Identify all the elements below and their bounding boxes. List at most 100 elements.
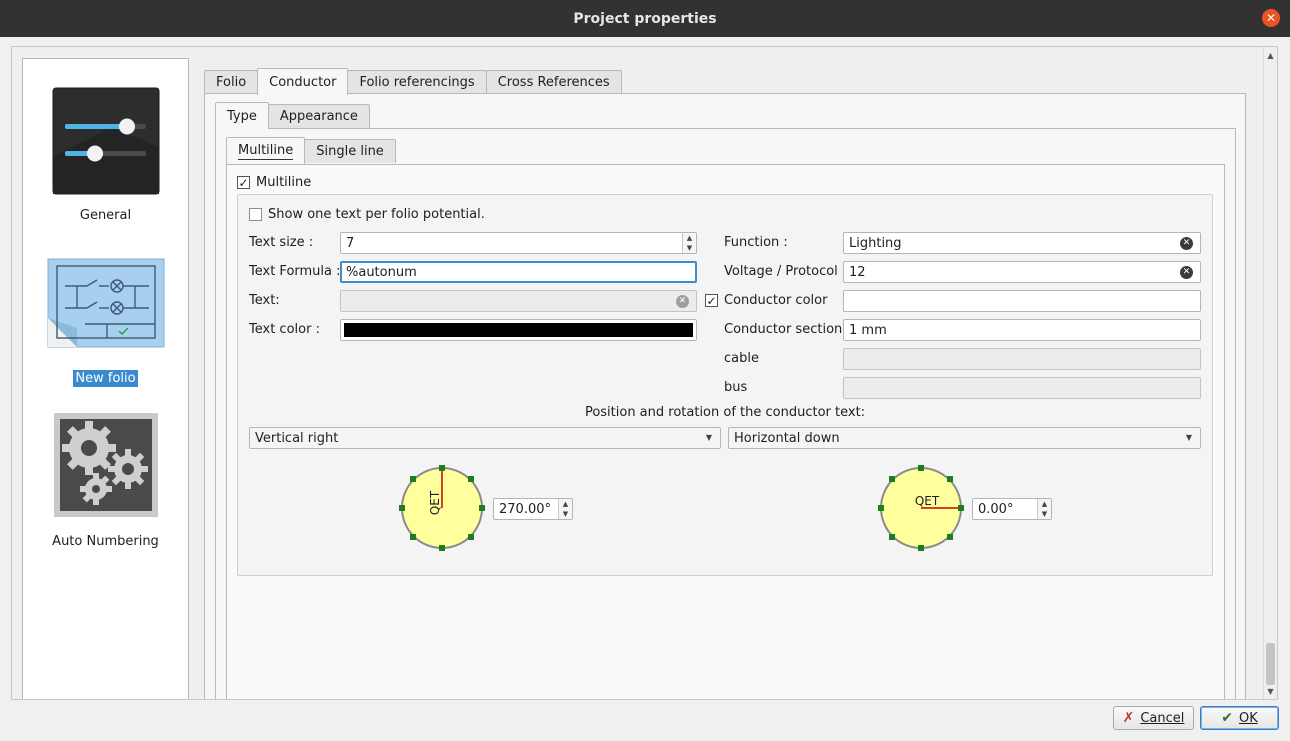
- conductor-section-input[interactable]: 1 mm: [843, 319, 1201, 341]
- sidebar-item-auto-numbering[interactable]: Auto Numbering: [23, 412, 188, 550]
- horizontal-angle-spinbox[interactable]: 0.00° ▲ ▼: [972, 498, 1052, 520]
- one-text-label: Show one text per folio potential.: [268, 207, 485, 222]
- window-title: Project properties: [573, 10, 717, 27]
- chevron-down-icon[interactable]: ▼: [559, 509, 572, 519]
- tab-label: Type: [227, 108, 257, 124]
- chevron-down-icon[interactable]: ▼: [1038, 509, 1051, 519]
- chevron-down-icon: ▼: [705, 433, 712, 442]
- vertical-angle-stepper[interactable]: ▲ ▼: [558, 499, 572, 519]
- vertical-scrollbar[interactable]: ▲ ▼: [1263, 47, 1277, 699]
- close-icon[interactable]: ✕: [1262, 9, 1280, 27]
- vertical-angle-value: 270.00°: [499, 501, 551, 517]
- vertical-angle-spinbox[interactable]: 270.00° ▲ ▼: [493, 498, 573, 520]
- ok-icon: ✔: [1221, 710, 1233, 726]
- tab-label: Appearance: [279, 109, 358, 124]
- clear-icon[interactable]: ✕: [1180, 266, 1193, 279]
- multiline-panel: ✓ Multiline Show one text per folio pote…: [226, 164, 1225, 699]
- horizontal-angle-stepper[interactable]: ▲ ▼: [1037, 499, 1051, 519]
- sidebar-item-new-folio[interactable]: New folio: [23, 258, 188, 387]
- text-color-button[interactable]: [340, 319, 697, 341]
- conductor-color-checkbox[interactable]: ✓: [705, 294, 718, 307]
- tab-label: Cross References: [497, 75, 610, 90]
- function-value: Lighting: [849, 235, 902, 251]
- text-label: Text:: [249, 293, 280, 308]
- function-input[interactable]: Lighting ✕: [843, 232, 1201, 254]
- folio-schematic-icon: [47, 258, 164, 348]
- conductor-sub-tabs: Type Appearance: [215, 102, 370, 129]
- tab-appearance[interactable]: Appearance: [267, 104, 370, 128]
- sidebar-item-label: New folio: [73, 370, 138, 387]
- voltage-value: 12: [849, 264, 866, 280]
- clear-icon[interactable]: ✕: [676, 295, 689, 308]
- chevron-down-icon[interactable]: ▼: [683, 243, 696, 253]
- position-title: Position and rotation of the conductor t…: [584, 405, 866, 420]
- ok-button[interactable]: ✔ OK: [1200, 706, 1279, 730]
- voltage-label: Voltage / Protocol :: [724, 264, 847, 279]
- text-color-swatch: [344, 323, 693, 337]
- chevron-up-icon[interactable]: ▲: [683, 233, 696, 243]
- horizontal-rotation-dial[interactable]: QET: [876, 463, 966, 553]
- multiline-checkbox[interactable]: ✓: [237, 176, 250, 189]
- tab-label: Folio: [216, 75, 247, 90]
- dialog-content: General New folio Auto Numbering Folio C…: [11, 46, 1278, 700]
- bus-input[interactable]: [843, 377, 1201, 399]
- text-formula-value: %autonum: [346, 264, 417, 280]
- horizontal-dial-text: QET: [915, 494, 940, 508]
- main-tabs: Folio Conductor Folio referencings Cross…: [204, 68, 622, 95]
- conductor-section-label: Conductor section: [724, 322, 843, 337]
- conductor-color-input[interactable]: [843, 290, 1201, 312]
- bus-label: bus: [724, 380, 748, 395]
- text-formula-input[interactable]: %autonum: [340, 261, 697, 283]
- text-formula-label: Text Formula :: [249, 264, 341, 279]
- chevron-down-icon: ▼: [1185, 433, 1192, 442]
- gears-icon: [53, 413, 158, 517]
- tab-label: Single line: [316, 144, 384, 159]
- scrollbar-handle[interactable]: [1266, 643, 1275, 685]
- vertical-rotation-dial[interactable]: QET: [397, 463, 487, 553]
- clear-icon[interactable]: ✕: [1180, 237, 1193, 250]
- cable-input[interactable]: [843, 348, 1201, 370]
- text-size-value: 7: [346, 235, 355, 251]
- tab-label: Conductor: [269, 74, 337, 90]
- vertical-dial-text: QET: [428, 490, 442, 515]
- function-label: Function :: [724, 235, 788, 250]
- conductor-section-value: 1 mm: [849, 322, 887, 338]
- horizontal-position-value: Horizontal down: [734, 430, 840, 446]
- text-size-stepper[interactable]: ▲ ▼: [682, 233, 696, 253]
- chevron-up-icon[interactable]: ▲: [1038, 499, 1051, 509]
- tab-label: Folio referencings: [359, 75, 475, 90]
- conductor-color-label: Conductor color: [724, 293, 828, 308]
- tab-single-line[interactable]: Single line: [304, 139, 396, 163]
- multiline-group: Show one text per folio potential. Text …: [237, 194, 1213, 576]
- text-input[interactable]: ✕: [340, 290, 697, 312]
- tab-folio-referencings[interactable]: Folio referencings: [347, 70, 487, 94]
- voltage-input[interactable]: 12 ✕: [843, 261, 1201, 283]
- chevron-up-icon[interactable]: ▲: [559, 499, 572, 509]
- sidebar-item-general[interactable]: General: [23, 87, 188, 224]
- title-bar: Project properties ✕: [0, 0, 1290, 37]
- tab-folio[interactable]: Folio: [204, 70, 259, 94]
- horizontal-position-select[interactable]: Horizontal down ▼: [728, 427, 1201, 449]
- sidebar-item-label: Auto Numbering: [52, 534, 159, 549]
- cancel-button[interactable]: ✗ Cancel: [1113, 706, 1194, 730]
- cancel-label: Cancel: [1140, 710, 1185, 726]
- horizontal-angle-value: 0.00°: [978, 501, 1014, 517]
- tab-type[interactable]: Type: [215, 102, 269, 129]
- type-panel: Multiline Single line ✓ Multiline Show o…: [215, 128, 1236, 699]
- tab-cross-references[interactable]: Cross References: [485, 70, 622, 94]
- tab-multiline[interactable]: Multiline: [226, 137, 306, 164]
- text-size-spinbox[interactable]: 7 ▲ ▼: [340, 232, 697, 254]
- vertical-position-select[interactable]: Vertical right ▼: [249, 427, 721, 449]
- cable-label: cable: [724, 351, 759, 366]
- vertical-position-value: Vertical right: [255, 430, 339, 446]
- ok-label: OK: [1238, 710, 1258, 726]
- tab-label: Multiline: [238, 142, 294, 160]
- scroll-down-icon[interactable]: ▼: [1264, 685, 1277, 697]
- one-text-checkbox[interactable]: [249, 208, 262, 221]
- tab-conductor[interactable]: Conductor: [257, 68, 349, 95]
- category-sidebar: General New folio Auto Numbering: [22, 58, 189, 699]
- cancel-icon: ✗: [1122, 710, 1135, 726]
- line-tabs: Multiline Single line: [226, 137, 396, 164]
- scroll-up-icon[interactable]: ▲: [1264, 49, 1277, 61]
- sliders-icon: [52, 87, 159, 195]
